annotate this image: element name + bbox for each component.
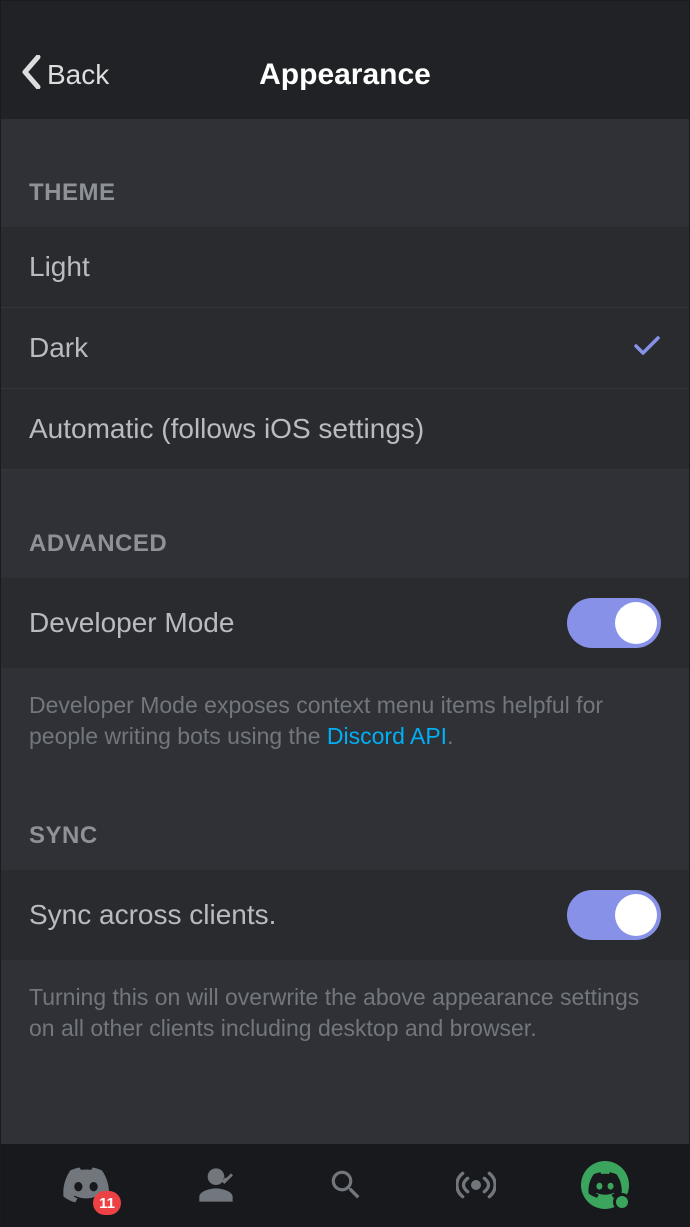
section-header-advanced: ADVANCED (1, 470, 689, 578)
friends-icon (196, 1165, 236, 1205)
sync-description: Turning this on will overwrite the above… (1, 960, 689, 1054)
tab-bar: 11 (1, 1144, 689, 1226)
header-bar: Back Appearance (1, 1, 689, 119)
status-online-icon (613, 1193, 631, 1211)
section-header-sync: SYNC (1, 762, 689, 870)
theme-label: Light (29, 251, 90, 283)
section-header-theme: THEME (1, 119, 689, 227)
tab-friends[interactable] (191, 1160, 241, 1210)
broadcast-icon (456, 1165, 496, 1205)
theme-option-light[interactable]: Light (1, 227, 689, 308)
notification-badge: 11 (93, 1191, 121, 1215)
checkmark-icon (633, 332, 661, 364)
description-text: Developer Mode exposes context menu item… (29, 692, 603, 749)
developer-mode-description: Developer Mode exposes context menu item… (1, 668, 689, 762)
discord-api-link[interactable]: Discord API (327, 723, 447, 749)
chevron-left-icon (21, 55, 41, 96)
page-title: Appearance (259, 58, 431, 92)
developer-mode-toggle[interactable] (567, 598, 661, 648)
tab-search[interactable] (321, 1160, 371, 1210)
sync-clients-toggle[interactable] (567, 890, 661, 940)
theme-option-dark[interactable]: Dark (1, 308, 689, 389)
theme-label: Dark (29, 332, 88, 364)
developer-mode-row[interactable]: Developer Mode (1, 578, 689, 668)
tab-mentions[interactable] (451, 1160, 501, 1210)
toggle-label: Sync across clients. (29, 899, 276, 931)
toggle-label: Developer Mode (29, 607, 234, 639)
tab-profile[interactable] (581, 1161, 629, 1209)
toggle-knob (615, 894, 657, 936)
sync-clients-row[interactable]: Sync across clients. (1, 870, 689, 960)
back-label: Back (47, 59, 109, 91)
description-text-post: . (447, 723, 453, 749)
tab-home[interactable]: 11 (61, 1160, 111, 1210)
theme-label: Automatic (follows iOS settings) (29, 413, 424, 445)
toggle-knob (615, 602, 657, 644)
back-button[interactable]: Back (21, 55, 109, 96)
theme-option-automatic[interactable]: Automatic (follows iOS settings) (1, 389, 689, 470)
search-icon (327, 1166, 365, 1204)
